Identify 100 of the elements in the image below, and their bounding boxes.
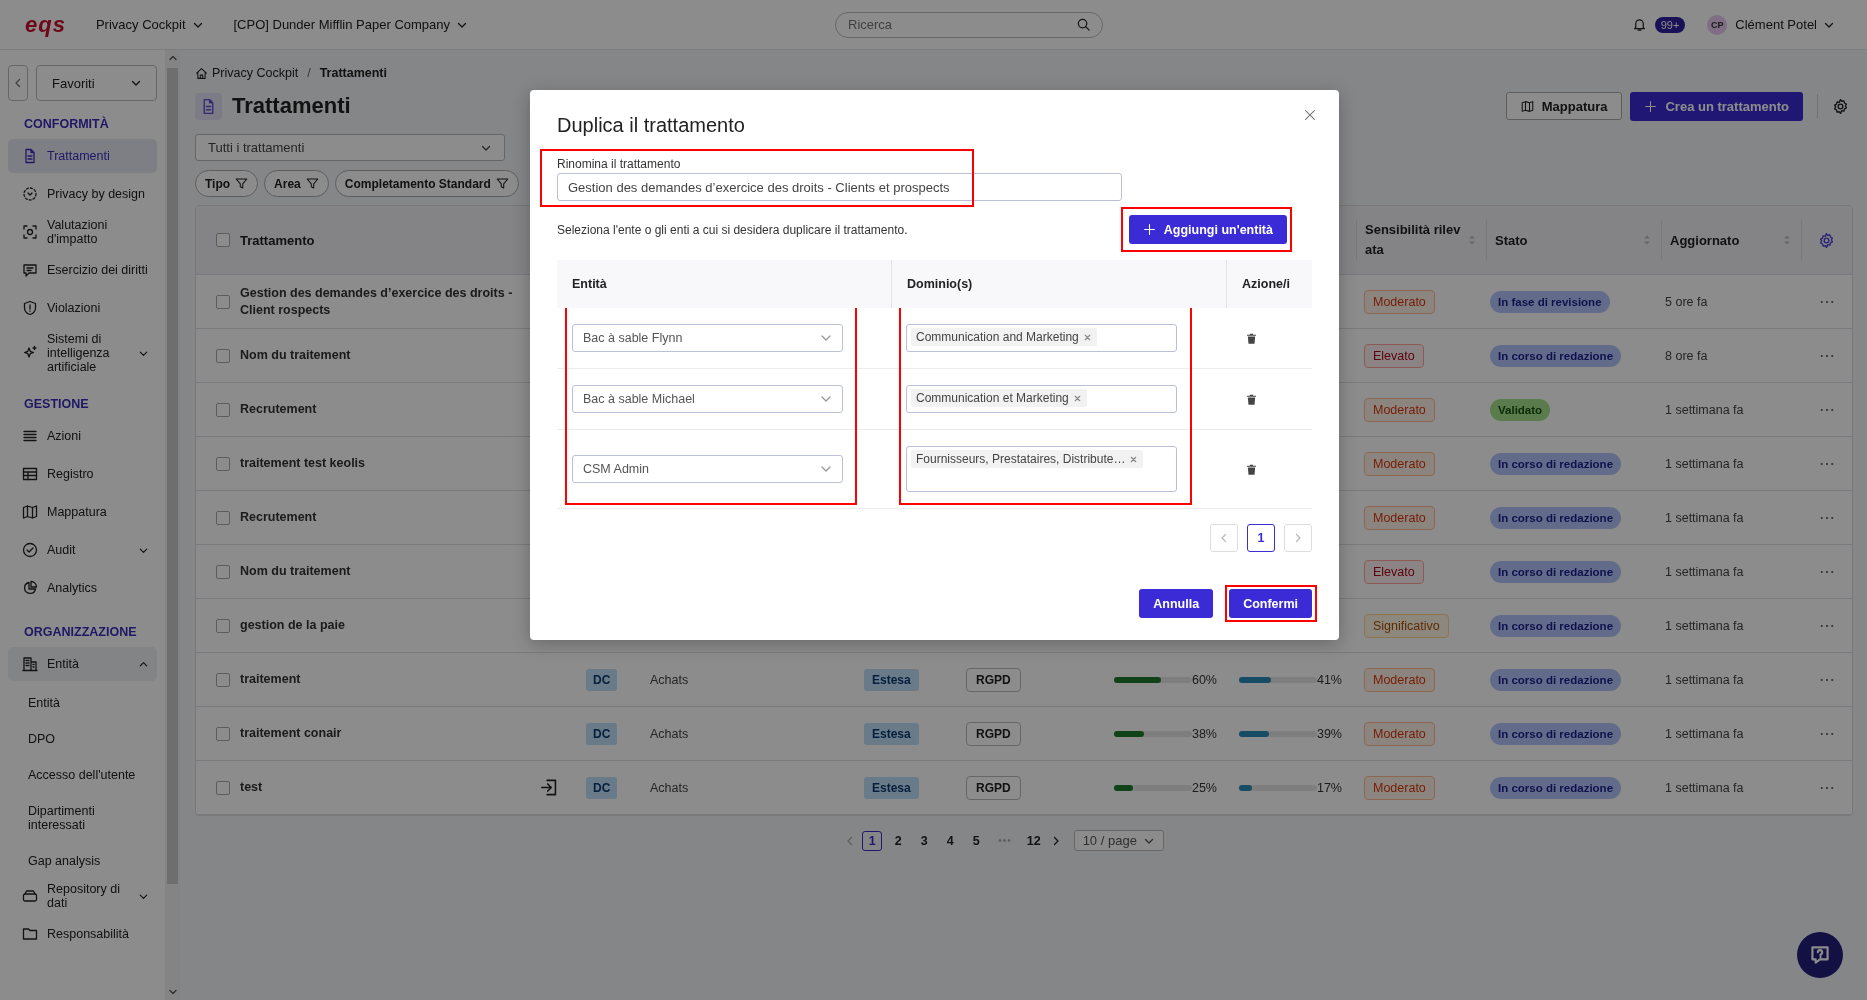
sidebar-item[interactable]: Azioni [8, 419, 157, 453]
sidebar-subitem[interactable]: Gap analysis [8, 843, 157, 879]
field-label: Rinomina il trattamento [557, 157, 682, 171]
logo[interactable]: eqs [25, 11, 66, 38]
owner-tag: DC [586, 722, 618, 745]
treatment-name[interactable]: Recrutement [240, 401, 317, 418]
domain-field[interactable]: Communication and Marketing [906, 324, 1177, 352]
add-entity-button[interactable]: Aggiungi un'entità [1128, 215, 1287, 244]
updated-text: 1 settimana fa [1665, 510, 1744, 525]
avatar[interactable]: CP [1707, 14, 1728, 35]
cancel-button[interactable]: Annulla [1139, 589, 1214, 618]
sidebar-subitem[interactable]: Entità [8, 685, 157, 721]
updated-text: 1 settimana fa [1665, 402, 1744, 417]
column-header[interactable]: Stato [1495, 232, 1528, 248]
dialog-title: Duplica il trattamento [557, 114, 745, 137]
entity-select[interactable]: Bac à sable Michael [572, 385, 843, 413]
owner-tag: DC [586, 668, 618, 691]
sidebar-subitem[interactable]: DPO [8, 721, 157, 757]
treatment-name[interactable]: Recrutement [240, 509, 317, 526]
entity-select[interactable]: Bac à sable Flynn [572, 324, 843, 352]
breadcrumb-separator: / [307, 66, 311, 80]
sensitivity-tag: Moderato [1364, 667, 1435, 692]
status-badge: In corso di redazione [1490, 506, 1622, 529]
treatment-name[interactable]: traitement test keolis [240, 455, 366, 472]
page-button[interactable]: 1 [862, 830, 883, 851]
treatment-name[interactable]: traitement [240, 671, 301, 688]
page-button[interactable]: 3 [914, 830, 935, 851]
sidebar-item[interactable]: Audit [8, 533, 157, 567]
status-badge: Validato [1490, 398, 1551, 421]
filter-chip[interactable]: Tipo [195, 170, 259, 197]
section-title: CONFORMITÀ [23, 115, 110, 133]
treatment-name[interactable]: Nom du traitement [240, 347, 351, 364]
scope-tag: Estesa [864, 722, 919, 745]
sidebar-subitem[interactable]: Dipartimenti interessati [8, 793, 157, 843]
domain-field[interactable]: Communication et Marketing [906, 385, 1177, 413]
sidebar-item[interactable]: Trattamenti [8, 139, 157, 173]
sidebar-item[interactable]: Valutazioni d'impatto [8, 215, 157, 249]
sidebar-item[interactable]: Repository di dati [8, 879, 157, 913]
scope-tag: Estesa [864, 668, 919, 691]
create-button[interactable]: Crea un trattamento [1630, 91, 1803, 121]
entity-select[interactable]: CSM Admin [572, 455, 843, 483]
company-menu[interactable]: [CPO] Dunder Mifflin Paper Company [233, 17, 469, 32]
area-text: Achats [650, 780, 689, 795]
sidebar-item[interactable]: Analytics [8, 571, 157, 605]
domain-tag[interactable]: Communication et Marketing [911, 389, 1087, 407]
status-badge: In corso di redazione [1490, 560, 1622, 583]
sidebar-subitem[interactable]: Accesso dell'utente [8, 757, 157, 793]
status-badge: In corso di redazione [1490, 452, 1622, 475]
sidebar-item[interactable]: Responsabilità [8, 917, 157, 951]
page-button[interactable]: 1 [1247, 524, 1275, 552]
sidebar-item[interactable]: Registro [8, 457, 157, 491]
updated-text: 8 ore fa [1665, 348, 1708, 363]
status-badge: In fase di revisione [1490, 290, 1610, 313]
favorites-select[interactable]: Favoriti [36, 65, 157, 101]
progress-reading: 39% [1316, 726, 1342, 741]
sidebar-item[interactable]: Esercizio dei diritti [8, 253, 157, 287]
progress-reading: 41% [1316, 672, 1342, 687]
filter-chip[interactable]: Area [264, 170, 329, 197]
sidebar-item[interactable]: Sistemi di intelligenza artificiale [8, 329, 157, 377]
sensitivity-tag: Moderato [1364, 721, 1435, 746]
search-field[interactable]: Ricerca [835, 11, 1103, 38]
view-select[interactable]: Tutti i trattamenti [195, 134, 505, 161]
page-size-select[interactable]: 10 / page [1073, 830, 1164, 851]
sensitivity-tag: Moderato [1364, 289, 1435, 314]
app-menu[interactable]: Privacy Cockpit [95, 17, 204, 32]
filter-chip[interactable]: Completamento Standard [334, 170, 519, 197]
sensitivity-tag: Elevato [1364, 559, 1424, 584]
updated-text: 1 settimana fa [1665, 726, 1744, 741]
column-header[interactable]: Trattamento [240, 232, 315, 248]
column-header: Azione/i [1226, 260, 1312, 308]
page-button[interactable]: 12 [1023, 830, 1044, 851]
domain-field[interactable]: Fournisseurs, Prestataires, Distribute… [906, 446, 1177, 492]
progress-reading: 25% [1191, 780, 1217, 795]
user-menu[interactable]: Clément Potel [1735, 17, 1835, 32]
sidebar-item[interactable]: Entità [8, 647, 157, 681]
breadcrumb-link[interactable]: Privacy Cockpit [212, 66, 299, 80]
confirm-button[interactable]: Confermi [1229, 589, 1312, 618]
map-button[interactable]: Mappatura [1505, 92, 1623, 120]
domain-tag[interactable]: Fournisseurs, Prestataires, Distribute… [911, 450, 1144, 468]
treatment-name[interactable]: gestion de la paie [240, 617, 345, 634]
page-button[interactable]: 4 [940, 830, 961, 851]
page-button[interactable]: 5 [966, 830, 987, 851]
updated-text: 1 settimana fa [1665, 456, 1744, 471]
sidebar-item[interactable]: Privacy by design [8, 177, 157, 211]
page-title: Trattamenti [232, 93, 351, 119]
framework-tag: RGPD [966, 721, 1021, 746]
updated-text: 1 settimana fa [1665, 672, 1744, 687]
sidebar-item[interactable]: Violazioni [8, 291, 157, 325]
domain-tag[interactable]: Communication and Marketing [911, 328, 1097, 346]
instruction-text: Seleziona l'ente o gli enti a cui si desidera duplicare il trattamento. [557, 223, 908, 237]
treatment-name[interactable]: Gestion des demandes d’exercice des droits - Client rospects [240, 284, 532, 319]
page-button[interactable]: 2 [888, 830, 909, 851]
owner-tag: DC [586, 776, 618, 799]
treatment-name[interactable]: Nom du traitement [240, 563, 351, 580]
name-field[interactable]: Gestion des demandes d’exercice des droits - Clients et prospects [557, 173, 1122, 201]
column-header[interactable]: Aggiornato [1670, 232, 1740, 248]
treatment-name[interactable]: test [240, 779, 263, 796]
treatment-name[interactable]: traitement conair [240, 725, 342, 742]
column-header[interactable]: Sensibilità rilevata [1365, 220, 1465, 260]
sidebar-item[interactable]: Mappatura [8, 495, 157, 529]
